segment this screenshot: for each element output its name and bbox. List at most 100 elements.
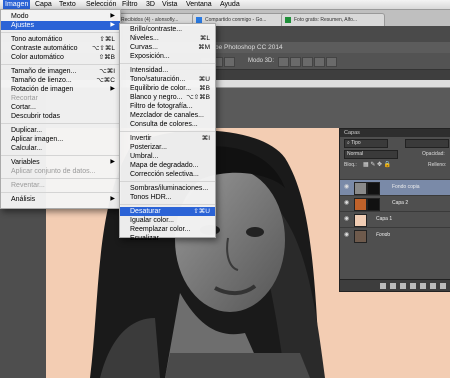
menu-item-descubrir-todas[interactable]: Descubrir todas [1,112,120,121]
blend-mode-select[interactable]: Normal [344,150,398,159]
menu-item-label: Brillo/contraste... [130,26,183,33]
menu-item-intensidad[interactable]: Intensidad... [120,66,215,75]
menu-item-ecualizar[interactable]: Ecualizar [120,234,215,243]
menu-item-variables[interactable]: Variables ▶ [1,158,120,167]
menu-item-reemplazar-color[interactable]: Reemplazar color... [120,225,215,234]
menu-item-tono-saturacion[interactable]: Tono/saturación... ⌘U [120,75,215,84]
menu-item-tonos-hdr[interactable]: Tonos HDR... [120,193,215,202]
browser-tab-label: Foto gratis: Resumen, Alfo... [294,17,358,23]
menu-item-umbral[interactable]: Umbral... [120,152,215,161]
filter-icons[interactable] [405,139,449,148]
folder-icon[interactable] [420,283,426,289]
menu-vista[interactable]: Vista [160,0,179,9]
menu-item-filtro-de-fotografia[interactable]: Filtro de fotografía... [120,102,215,111]
menu-item-duplicar[interactable]: Duplicar... [1,126,120,135]
adjustment-icon[interactable] [410,283,416,289]
menu-item-label: Tonos HDR... [130,194,172,201]
pan-3d-icon[interactable] [302,57,313,67]
menu-item-shortcut: ⌘I [201,135,210,142]
mask-icon[interactable] [400,283,406,289]
link-icon[interactable] [380,283,386,289]
layer-row[interactable]: ◉ Capa 2 [340,195,450,211]
new-layer-icon[interactable] [430,283,436,289]
menu-item-ajustes[interactable]: Ajustes ▶ [1,21,120,30]
menu-item-curvas[interactable]: Curvas... ⌘M [120,43,215,52]
menu-ventana[interactable]: Ventana [184,0,214,9]
menu-item-tamano-de-imagen[interactable]: Tamaño de imagen... ⌥⌘I [1,67,120,76]
browser-tab[interactable]: Foto gratis: Resumen, Alfo... [281,13,385,26]
menu-item-shortcut: ⇧⌘U [193,208,210,215]
menu-item-cortar[interactable]: Cortar... [1,103,120,112]
menu-item-label: Calcular... [11,145,43,152]
menu-separator [120,131,215,132]
menu-item-tamano-de-lienzo[interactable]: Tamaño de lienzo... ⌥⌘C [1,76,120,85]
menu-item-correccion-selectiva[interactable]: Corrección selectiva... [120,170,215,179]
menu-item-aplicar-imagen[interactable]: Aplicar imagen... [1,135,120,144]
menu-item-label: Umbral... [130,153,159,160]
submenu-arrow-icon: ▶ [110,196,115,202]
rotate-3d-icon[interactable] [278,57,289,67]
menu-item-posterizar[interactable]: Posterizar... [120,143,215,152]
layer-row[interactable]: ◉ Fondo [340,227,450,243]
menu-item-label: Posterizar... [130,144,167,151]
layer-filter-select[interactable]: ⌕ Tipo [344,139,388,148]
menu-item-label: Aplicar imagen... [11,136,64,143]
menu-item-label: Equilibrio de color... [130,85,192,92]
distribute-icon[interactable] [224,57,235,67]
eye-icon[interactable]: ◉ [344,232,351,238]
eye-icon[interactable]: ◉ [344,216,351,222]
menu-filtro[interactable]: Filtro [120,0,140,9]
submenu-arrow-icon: ▶ [110,86,115,92]
menu-item-equilibrio-de-color[interactable]: Equilibrio de color... ⌘B [120,84,215,93]
submenu-arrow-icon: ▶ [110,159,115,165]
menu-seleccion[interactable]: Selección [84,0,118,9]
menu-item-mapa-de-degradado[interactable]: Mapa de degradado... [120,161,215,170]
menu-separator [1,64,120,65]
menu-item-color-automatico[interactable]: Color automático ⇧⌘B [1,53,120,62]
roll-3d-icon[interactable] [290,57,301,67]
menu-item-desaturar[interactable]: Desaturar ⇧⌘U [120,207,215,216]
layer-row[interactable]: ◉ Fondo copia [340,179,450,195]
menu-item-calcular[interactable]: Calcular... [1,144,120,153]
menu-item-exposicion[interactable]: Exposición... [120,52,215,61]
slide-3d-icon[interactable] [314,57,325,67]
scale-3d-icon[interactable] [326,57,337,67]
menu-item-modo[interactable]: Modo ▶ [1,12,120,21]
menu-item-invertir[interactable]: Invertir ⌘I [120,134,215,143]
menu-item-brillo-contraste[interactable]: Brillo/contraste... [120,25,215,34]
menu-ayuda[interactable]: Ayuda [218,0,242,9]
eye-icon[interactable]: ◉ [344,184,351,190]
menu-item-label: Rotación de imagen [11,86,74,93]
menu-capa[interactable]: Capa [33,0,54,9]
menu-item-label: Color automático [11,54,64,61]
menu-item-niveles[interactable]: Niveles... ⌘L [120,34,215,43]
menu-item-analisis[interactable]: Análisis ▶ [1,195,120,204]
menu-separator [1,155,120,156]
fx-icon[interactable] [390,283,396,289]
menu-item-label: Sombras/iluminaciones... [130,185,209,192]
menu-texto[interactable]: Texto [57,0,78,9]
trash-icon[interactable] [440,283,446,289]
menu-item-igualar-color[interactable]: Igualar color... [120,216,215,225]
menu-item-label: Tamaño de lienzo... [11,77,72,84]
lock-label: Bloq.: [344,162,357,168]
menu-item-tono-automatico[interactable]: Tono automático ⇧⌘L [1,35,120,44]
menu-item-consulta-de-colores[interactable]: Consulta de colores... [120,120,215,129]
opacity-label: Opacidad: [422,151,445,157]
menu-item-blanco-y-negro[interactable]: Blanco y negro... ⌥⇧⌘B [120,93,215,102]
layer-name: Capa 2 [392,200,409,206]
menu-item-label: Exposición... [130,53,170,60]
menu-3d[interactable]: 3D [144,0,157,9]
lock-icons[interactable]: ▦ ✎ ✥ 🔒 [363,161,391,168]
menu-imagen[interactable]: Imagen [3,0,31,9]
menu-item-label: Mapa de degradado... [130,162,199,169]
menu-item-sombras-iluminaciones[interactable]: Sombras/iluminaciones... [120,184,215,193]
menu-item-label: Reventar... [11,182,45,189]
eye-icon[interactable]: ◉ [344,200,351,206]
menu-item-label: Curvas... [130,44,159,51]
menu-item-contraste-automatico[interactable]: Contraste automático ⌥⇧⌘L [1,44,120,53]
menu-item-mezclador-de-canales[interactable]: Mezclador de canales... [120,111,215,120]
menu-item-rotacion-de-imagen[interactable]: Rotación de imagen ▶ [1,85,120,94]
layer-row[interactable]: ◉ Capa 1 [340,211,450,227]
menu-item-label: Desaturar [130,208,161,215]
